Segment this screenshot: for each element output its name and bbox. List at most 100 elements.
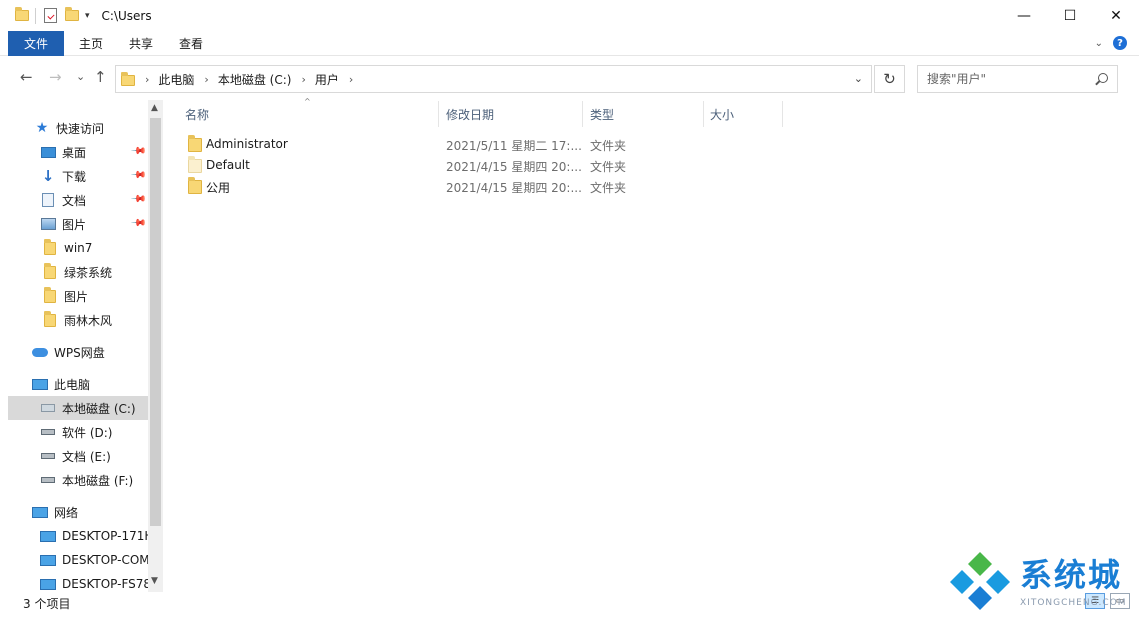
search-input[interactable] <box>927 72 1097 86</box>
folder-icon <box>188 177 202 194</box>
tab-file[interactable]: 文件 <box>8 30 64 56</box>
pin-icon: 📌 <box>129 191 147 208</box>
sidebar-item-quick-access[interactable]: ★ 快速访问 <box>8 116 148 140</box>
download-icon: ↓ <box>41 167 55 185</box>
folder-icon <box>42 262 58 280</box>
file-row-default[interactable]: Default 2021/4/15 星期四 20:... 文件夹 <box>183 155 783 176</box>
search-icon[interactable] <box>1098 73 1108 83</box>
title-bar: ▾ C:\Users — ☐ ✕ <box>0 0 1139 31</box>
refresh-button[interactable]: ↻ <box>874 65 905 93</box>
up-button[interactable]: ↑ <box>94 68 107 86</box>
sidebar-item-computer-3[interactable]: DESKTOP-FS78 <box>8 572 148 592</box>
customize-toolbar-chevron-icon[interactable]: ▾ <box>85 11 90 21</box>
window-folder-icon <box>15 7 29 21</box>
sidebar-item-desktop[interactable]: 桌面 📌 <box>8 140 148 164</box>
file-name: Administrator <box>206 137 288 151</box>
scrollbar-thumb[interactable] <box>150 118 161 526</box>
address-bar[interactable]: › 此电脑 › 本地磁盘 (C:) › 用户 › ⌄ <box>115 65 872 93</box>
tab-share[interactable]: 共享 <box>116 31 166 56</box>
sidebar-item-drive-d[interactable]: 软件 (D:) <box>8 420 148 444</box>
maximize-button[interactable]: ☐ <box>1047 0 1093 31</box>
sort-ascending-icon: ^ <box>304 97 311 106</box>
address-history-chevron-icon[interactable]: ⌄ <box>854 72 863 85</box>
sidebar-item-label: 本地磁盘 (C:) <box>62 401 136 416</box>
sidebar-item-computer-1[interactable]: DESKTOP-171H <box>8 524 148 548</box>
expand-ribbon-chevron-icon[interactable]: ⌄ <box>1095 38 1103 49</box>
close-button[interactable]: ✕ <box>1093 0 1139 31</box>
sidebar-scrollbar[interactable]: ▲ ▼ <box>148 100 163 592</box>
watermark-logo: 系统城 XITONGCHENG.COM <box>948 550 1136 612</box>
watermark-text: 系统城 <box>1020 556 1123 594</box>
new-folder-icon[interactable] <box>65 7 79 21</box>
sidebar-item-lvcha[interactable]: 绿茶系统 <box>8 260 148 284</box>
sidebar-item-label: 此电脑 <box>54 377 91 392</box>
search-box[interactable] <box>917 65 1118 93</box>
sidebar-item-drive-e[interactable]: 文档 (E:) <box>8 444 148 468</box>
monitor-icon <box>40 552 56 568</box>
tab-view[interactable]: 查看 <box>166 31 216 56</box>
column-divider[interactable] <box>782 101 783 127</box>
tab-home[interactable]: 主页 <box>66 31 116 56</box>
breadcrumb-separator-icon[interactable]: › <box>301 73 305 86</box>
pin-icon: 📌 <box>129 215 147 232</box>
sidebar-item-drive-f[interactable]: 本地磁盘 (F:) <box>8 468 148 492</box>
breadcrumb-this-pc[interactable]: 此电脑 <box>158 71 194 88</box>
folder-icon <box>42 310 58 328</box>
star-icon: ★ <box>35 120 49 136</box>
back-button[interactable]: ← <box>20 68 33 86</box>
sidebar-item-label: DESKTOP-171H <box>62 529 148 543</box>
sidebar-item-label: 快速访问 <box>56 121 105 136</box>
pin-icon: 📌 <box>129 143 147 160</box>
sidebar-item-this-pc[interactable]: 此电脑 <box>8 372 148 396</box>
monitor-icon <box>40 528 56 544</box>
help-icon[interactable]: ? <box>1113 36 1127 50</box>
sidebar-item-label: 本地磁盘 (F:) <box>62 473 134 488</box>
sidebar-item-label: DESKTOP-COM <box>62 553 148 567</box>
navigation-pane: ★ 快速访问 桌面 📌 ↓ 下载 📌 文档 📌 图片 📌 win7 绿茶系统 图… <box>8 100 148 592</box>
sidebar-item-label: 图片 <box>62 217 87 232</box>
breadcrumb-separator-icon[interactable]: › <box>204 73 208 86</box>
navigation-bar: ← → ⌄ ↑ › 此电脑 › 本地磁盘 (C:) › 用户 › ⌄ ↻ <box>0 62 1139 94</box>
computer-icon <box>32 376 48 392</box>
sidebar-item-label: 文档 (E:) <box>62 449 111 464</box>
column-header-type[interactable]: 类型 <box>590 101 614 127</box>
breadcrumb-separator-icon[interactable]: › <box>145 73 149 86</box>
system-drive-icon <box>40 400 56 416</box>
sidebar-item-network[interactable]: 网络 <box>8 500 148 524</box>
sidebar-item-computer-2[interactable]: DESKTOP-COM <box>8 548 148 572</box>
column-header-size[interactable]: 大小 <box>710 101 734 127</box>
column-divider[interactable] <box>582 101 583 127</box>
scroll-down-icon[interactable]: ▼ <box>151 576 158 586</box>
column-divider[interactable] <box>438 101 439 127</box>
sidebar-item-label: 下载 <box>62 169 87 184</box>
breadcrumb-drive-c[interactable]: 本地磁盘 (C:) <box>218 71 292 88</box>
recent-locations-button[interactable]: ⌄ <box>76 70 85 83</box>
forward-button[interactable]: → <box>49 68 62 86</box>
sidebar-item-drive-c[interactable]: 本地磁盘 (C:) <box>8 396 148 420</box>
file-row-administrator[interactable]: Administrator 2021/5/11 星期二 17:... 文件夹 <box>183 134 783 155</box>
breadcrumb-users[interactable]: 用户 <box>315 71 339 88</box>
quick-access-toolbar: ▾ <box>15 7 90 24</box>
column-header-name[interactable]: 名称 <box>185 101 209 127</box>
network-icon <box>32 504 48 520</box>
sidebar-item-downloads[interactable]: ↓ 下载 📌 <box>8 164 148 188</box>
file-row-public[interactable]: 公用 2021/4/15 星期四 20:... 文件夹 <box>183 176 783 197</box>
sidebar-item-yulin[interactable]: 雨林木风 <box>8 308 148 332</box>
document-icon <box>40 192 56 208</box>
column-divider[interactable] <box>703 101 704 127</box>
scroll-up-icon[interactable]: ▲ <box>151 103 158 113</box>
breadcrumb: › 此电脑 › 本地磁盘 (C:) › 用户 › <box>135 71 362 88</box>
properties-icon[interactable] <box>44 8 57 23</box>
drive-icon <box>40 448 56 464</box>
sidebar-item-documents[interactable]: 文档 📌 <box>8 188 148 212</box>
sidebar-item-win7[interactable]: win7 <box>8 236 148 260</box>
sidebar-item-pictures[interactable]: 图片 📌 <box>8 212 148 236</box>
breadcrumb-separator-icon[interactable]: › <box>349 73 353 86</box>
column-header-date[interactable]: 修改日期 <box>446 101 494 127</box>
file-date: 2021/4/15 星期四 20:... <box>446 181 582 195</box>
sidebar-item-pictures-folder[interactable]: 图片 <box>8 284 148 308</box>
sidebar-item-wps-cloud[interactable]: WPS网盘 <box>8 340 148 364</box>
minimize-button[interactable]: — <box>1001 0 1047 31</box>
folder-icon <box>42 286 58 304</box>
watermark-subtext: XITONGCHENG.COM <box>1020 598 1127 608</box>
